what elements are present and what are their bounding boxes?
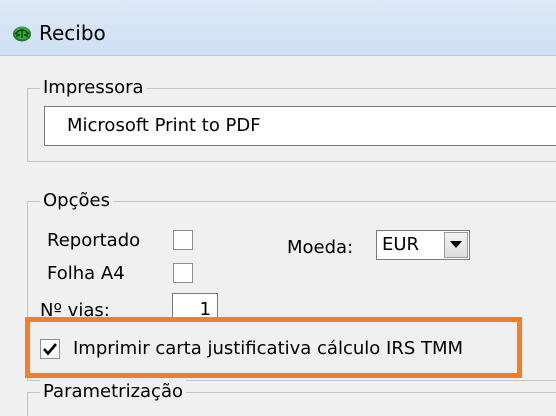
- logo-icon: [12, 23, 32, 43]
- printer-group-label: Impressora: [40, 76, 147, 100]
- checkmark-icon: [43, 343, 57, 356]
- window-title: Recibo: [39, 21, 106, 45]
- folha-a4-checkbox[interactable]: [173, 263, 193, 283]
- moeda-value: EUR: [382, 234, 420, 255]
- carta-irs-label: Imprimir carta justificativa cálculo IRS…: [73, 338, 464, 359]
- moeda-select[interactable]: EUR: [376, 230, 470, 260]
- printer-value: Microsoft Print to PDF: [67, 115, 261, 136]
- reportado-label: Reportado: [47, 230, 141, 251]
- chevron-down-icon: [450, 241, 462, 248]
- printer-select[interactable]: Microsoft Print to PDF: [44, 106, 556, 146]
- reportado-checkbox[interactable]: [173, 230, 193, 250]
- params-groupbox: Parametrização: [27, 380, 556, 416]
- folha-a4-label: Folha A4: [47, 263, 125, 284]
- moeda-dropdown-button[interactable]: [444, 232, 468, 258]
- options-group-label: Opções: [40, 189, 113, 213]
- title-bar[interactable]: Recibo: [0, 0, 556, 56]
- moeda-label: Moeda:: [287, 237, 354, 258]
- highlight-frame: Imprimir carta justificativa cálculo IRS…: [25, 317, 522, 378]
- params-group-label: Parametrização: [40, 380, 186, 404]
- carta-irs-checkbox[interactable]: [40, 339, 60, 359]
